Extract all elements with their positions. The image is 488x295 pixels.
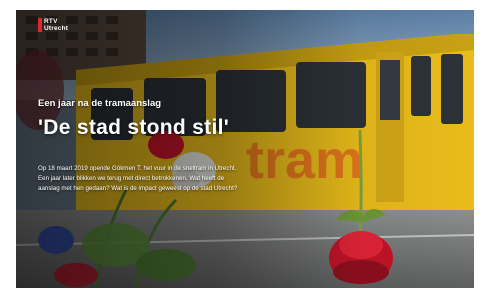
hero-title[interactable]: 'De stad stond stil' [38,116,229,140]
logo-accent [38,18,42,32]
hero-subtitle: Een jaar na de tramaanslag [38,98,162,109]
rtv-utrecht-logo[interactable]: RTV Utrecht [38,16,74,34]
logo-line2: Utrecht [44,25,69,32]
image-overlay [16,10,474,288]
hero-body: Op 18 maart 2019 opende Gökmen T. het vu… [38,165,238,192]
logo-line1: RTV [44,18,58,25]
hero-banner[interactable]: tram RTV Utrecht Een jaar na de tra [16,10,474,288]
